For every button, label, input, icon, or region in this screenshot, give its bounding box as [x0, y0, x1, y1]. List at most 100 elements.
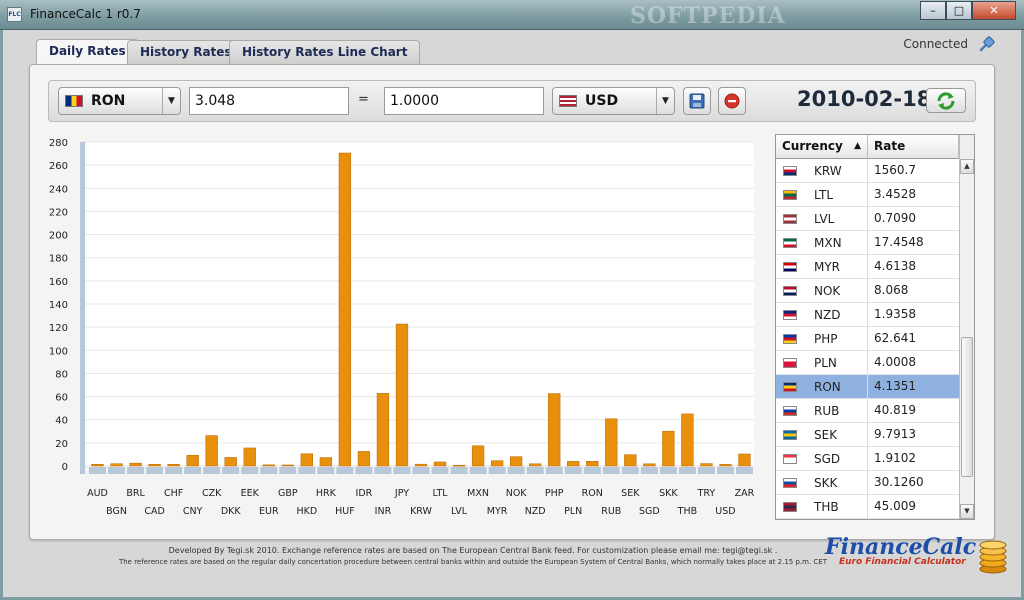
scroll-down-arrow-icon[interactable]: ▼ — [960, 504, 974, 519]
currency-code: NOK — [814, 283, 841, 298]
rate-cell: 4.0008 — [874, 355, 916, 369]
currency-code: RUB — [814, 403, 840, 418]
flag-icon — [783, 166, 797, 176]
refresh-button[interactable] — [926, 88, 966, 113]
bar-base — [165, 467, 183, 474]
bar-base — [526, 467, 544, 474]
x-tick-label: RUB — [601, 506, 621, 517]
flag-icon — [65, 95, 83, 107]
maximize-icon: □ — [953, 4, 965, 17]
coins-icon — [979, 540, 1007, 574]
x-tick-label: BGN — [106, 506, 127, 517]
bar-base — [564, 467, 582, 474]
minimize-icon: – — [930, 4, 936, 17]
bar — [471, 445, 485, 467]
rate-cell: 1.9358 — [874, 307, 916, 321]
plug-icon — [979, 36, 995, 52]
minimize-button[interactable]: – — [920, 1, 946, 20]
connection-status: Connected — [903, 37, 968, 51]
bar-base — [241, 467, 259, 474]
y-tick-label: 60 — [55, 393, 68, 404]
scroll-up-arrow-icon[interactable]: ▲ — [960, 159, 974, 174]
table-row[interactable]: RON 4.1351 — [776, 375, 959, 399]
bar — [700, 463, 713, 467]
tab-daily-rates[interactable]: Daily Rates — [36, 39, 139, 65]
bar-base — [279, 467, 297, 474]
table-row[interactable]: NOK 8.068 — [776, 279, 959, 303]
x-tick-label: NZD — [525, 506, 546, 517]
table-row[interactable]: SGD 1.9102 — [776, 447, 959, 471]
bar-base — [640, 467, 658, 474]
bar-base — [469, 467, 487, 474]
currency-cell: THB — [776, 495, 868, 519]
table-row[interactable]: LVL 0.7090 — [776, 207, 959, 231]
currency-column-header[interactable]: Currency ▲ — [776, 135, 868, 159]
x-tick-label: PLN — [564, 506, 582, 517]
close-button[interactable]: ✕ — [972, 1, 1016, 20]
bar-base — [317, 467, 335, 474]
rate-header-label: Rate — [874, 139, 906, 153]
bar-base — [260, 467, 278, 474]
y-tick-label: 100 — [49, 346, 68, 357]
currency-code: LVL — [814, 211, 835, 226]
table-row[interactable]: RUB 40.819 — [776, 399, 959, 423]
x-tick-label: IDR — [356, 488, 373, 499]
cancel-button[interactable] — [718, 87, 746, 115]
bar-base — [146, 467, 164, 474]
rate-cell: 4.1351 — [874, 379, 916, 393]
currency-cell: SKK — [776, 471, 868, 495]
vertical-scrollbar[interactable]: ▲ ▼ — [959, 159, 974, 519]
bar — [529, 463, 542, 467]
chevron-down-icon: ▼ — [162, 88, 180, 114]
bar — [262, 464, 275, 467]
table-row[interactable]: PHP 62.641 — [776, 327, 959, 351]
x-tick-label: MXN — [467, 488, 489, 499]
title-bar: SOFTPEDIA FLC FinanceCalc 1 r0.7 – □ ✕ — [0, 0, 1024, 30]
table-row[interactable]: SEK 9.7913 — [776, 423, 959, 447]
currency-cell: SEK — [776, 423, 868, 447]
currency-code: SGD — [814, 451, 841, 466]
bar — [452, 464, 466, 467]
to-amount-input[interactable]: 1.0000 — [384, 87, 544, 115]
rate-cell: 30.1260 — [874, 475, 924, 489]
table-row[interactable]: LTL 3.4528 — [776, 183, 959, 207]
table-row[interactable]: NZD 1.9358 — [776, 303, 959, 327]
x-tick-label: PHP — [545, 488, 564, 499]
table-row[interactable]: THB 45.009 — [776, 495, 959, 519]
currency-code: KRW — [814, 163, 842, 178]
flag-icon — [783, 286, 797, 296]
rates-date: 2010-02-18 — [797, 87, 932, 111]
to-currency-select[interactable]: USD ▼ — [552, 87, 675, 115]
table-row[interactable]: MYR 4.6138 — [776, 255, 959, 279]
bar-base — [298, 467, 316, 474]
bar — [281, 464, 294, 467]
x-tick-label: NOK — [506, 488, 528, 499]
currency-header-label: Currency — [782, 139, 843, 153]
flag-icon — [783, 190, 797, 200]
table-row[interactable]: MXN 17.4548 — [776, 231, 959, 255]
table-row[interactable]: SKK 30.1260 — [776, 471, 959, 495]
x-tick-label: AUD — [87, 488, 108, 499]
from-amount-input[interactable]: 3.048 — [189, 87, 349, 115]
from-currency-select[interactable]: RON ▼ — [58, 87, 181, 115]
bar-base — [716, 467, 734, 474]
tab-history-rates[interactable]: History Rates — [127, 40, 245, 64]
rate-column-header[interactable]: Rate — [868, 135, 959, 159]
flag-icon — [783, 382, 797, 392]
currency-code: MXN — [814, 235, 842, 250]
scrollbar-thumb[interactable] — [961, 337, 973, 477]
x-tick-label: LTL — [432, 488, 448, 499]
tab-history-rates-line-chart[interactable]: History Rates Line Chart — [229, 40, 421, 64]
table-row[interactable]: PLN 4.0008 — [776, 351, 959, 375]
maximize-button[interactable]: □ — [946, 1, 972, 20]
rate-cell: 40.819 — [874, 403, 916, 417]
bar — [509, 456, 523, 467]
x-tick-label: CHF — [164, 488, 183, 499]
sort-ascending-icon: ▲ — [854, 141, 861, 151]
x-tick-label: THB — [677, 506, 697, 517]
table-row[interactable]: KRW 1560.7 — [776, 159, 959, 183]
refresh-icon — [937, 91, 955, 110]
flag-icon — [783, 454, 797, 464]
bar-base — [393, 467, 411, 474]
save-button[interactable] — [683, 87, 711, 115]
